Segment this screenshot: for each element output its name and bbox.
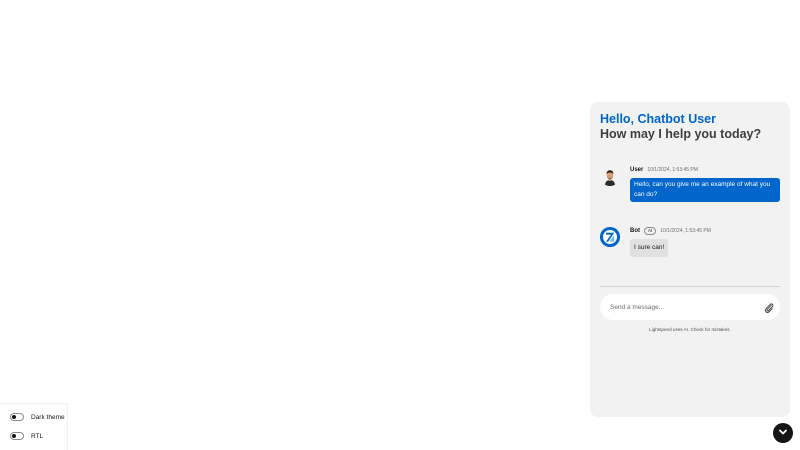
message-meta: User 10/1/2024, 1:53:45 PM <box>630 166 698 173</box>
message-timestamp: 10/1/2024, 1:53:45 PM <box>660 227 711 234</box>
greeting-title: Hello, Chatbot User <box>600 112 716 126</box>
chatbot-window: Hello, Chatbot User How may I help you t… <box>590 102 790 417</box>
message-bar <box>600 294 780 320</box>
message-author: Bot <box>630 227 640 234</box>
message-timestamp: 10/1/2024, 1:53:45 PM <box>647 166 698 173</box>
chevron-down-icon <box>778 424 788 442</box>
ai-disclaimer: Lightspeed uses AI. Check for mistakes. <box>649 327 731 332</box>
message-input[interactable] <box>610 301 750 313</box>
bot-logo-icon <box>600 227 620 247</box>
user-avatar <box>600 166 620 186</box>
rtl-label: RTL <box>31 432 44 440</box>
rtl-switch[interactable] <box>10 432 24 440</box>
message-author: User <box>630 166 644 173</box>
switch-knob <box>12 415 16 419</box>
message-bubble: I sure can! <box>630 239 669 257</box>
settings-panel: Dark theme RTL <box>0 403 68 450</box>
dark-theme-toggle-row[interactable]: Dark theme <box>10 413 65 421</box>
dark-theme-label: Dark theme <box>31 413 65 421</box>
rtl-toggle-row[interactable]: RTL <box>10 432 43 440</box>
switch-knob <box>12 434 16 438</box>
footer-divider <box>600 286 780 287</box>
message-meta: Bot AI 10/1/2024, 1:53:45 PM <box>630 226 711 235</box>
paperclip-icon[interactable] <box>763 301 775 313</box>
message-bubble: Hello, can you give me an example of wha… <box>630 178 780 202</box>
dark-theme-switch[interactable] <box>10 413 24 421</box>
greeting-subtitle: How may I help you today? <box>600 127 762 141</box>
ai-badge: AI <box>644 226 657 235</box>
chatbot-toggle-button[interactable] <box>773 423 793 443</box>
welcome-prompt: Hello, Chatbot User How may I help you t… <box>600 112 761 142</box>
